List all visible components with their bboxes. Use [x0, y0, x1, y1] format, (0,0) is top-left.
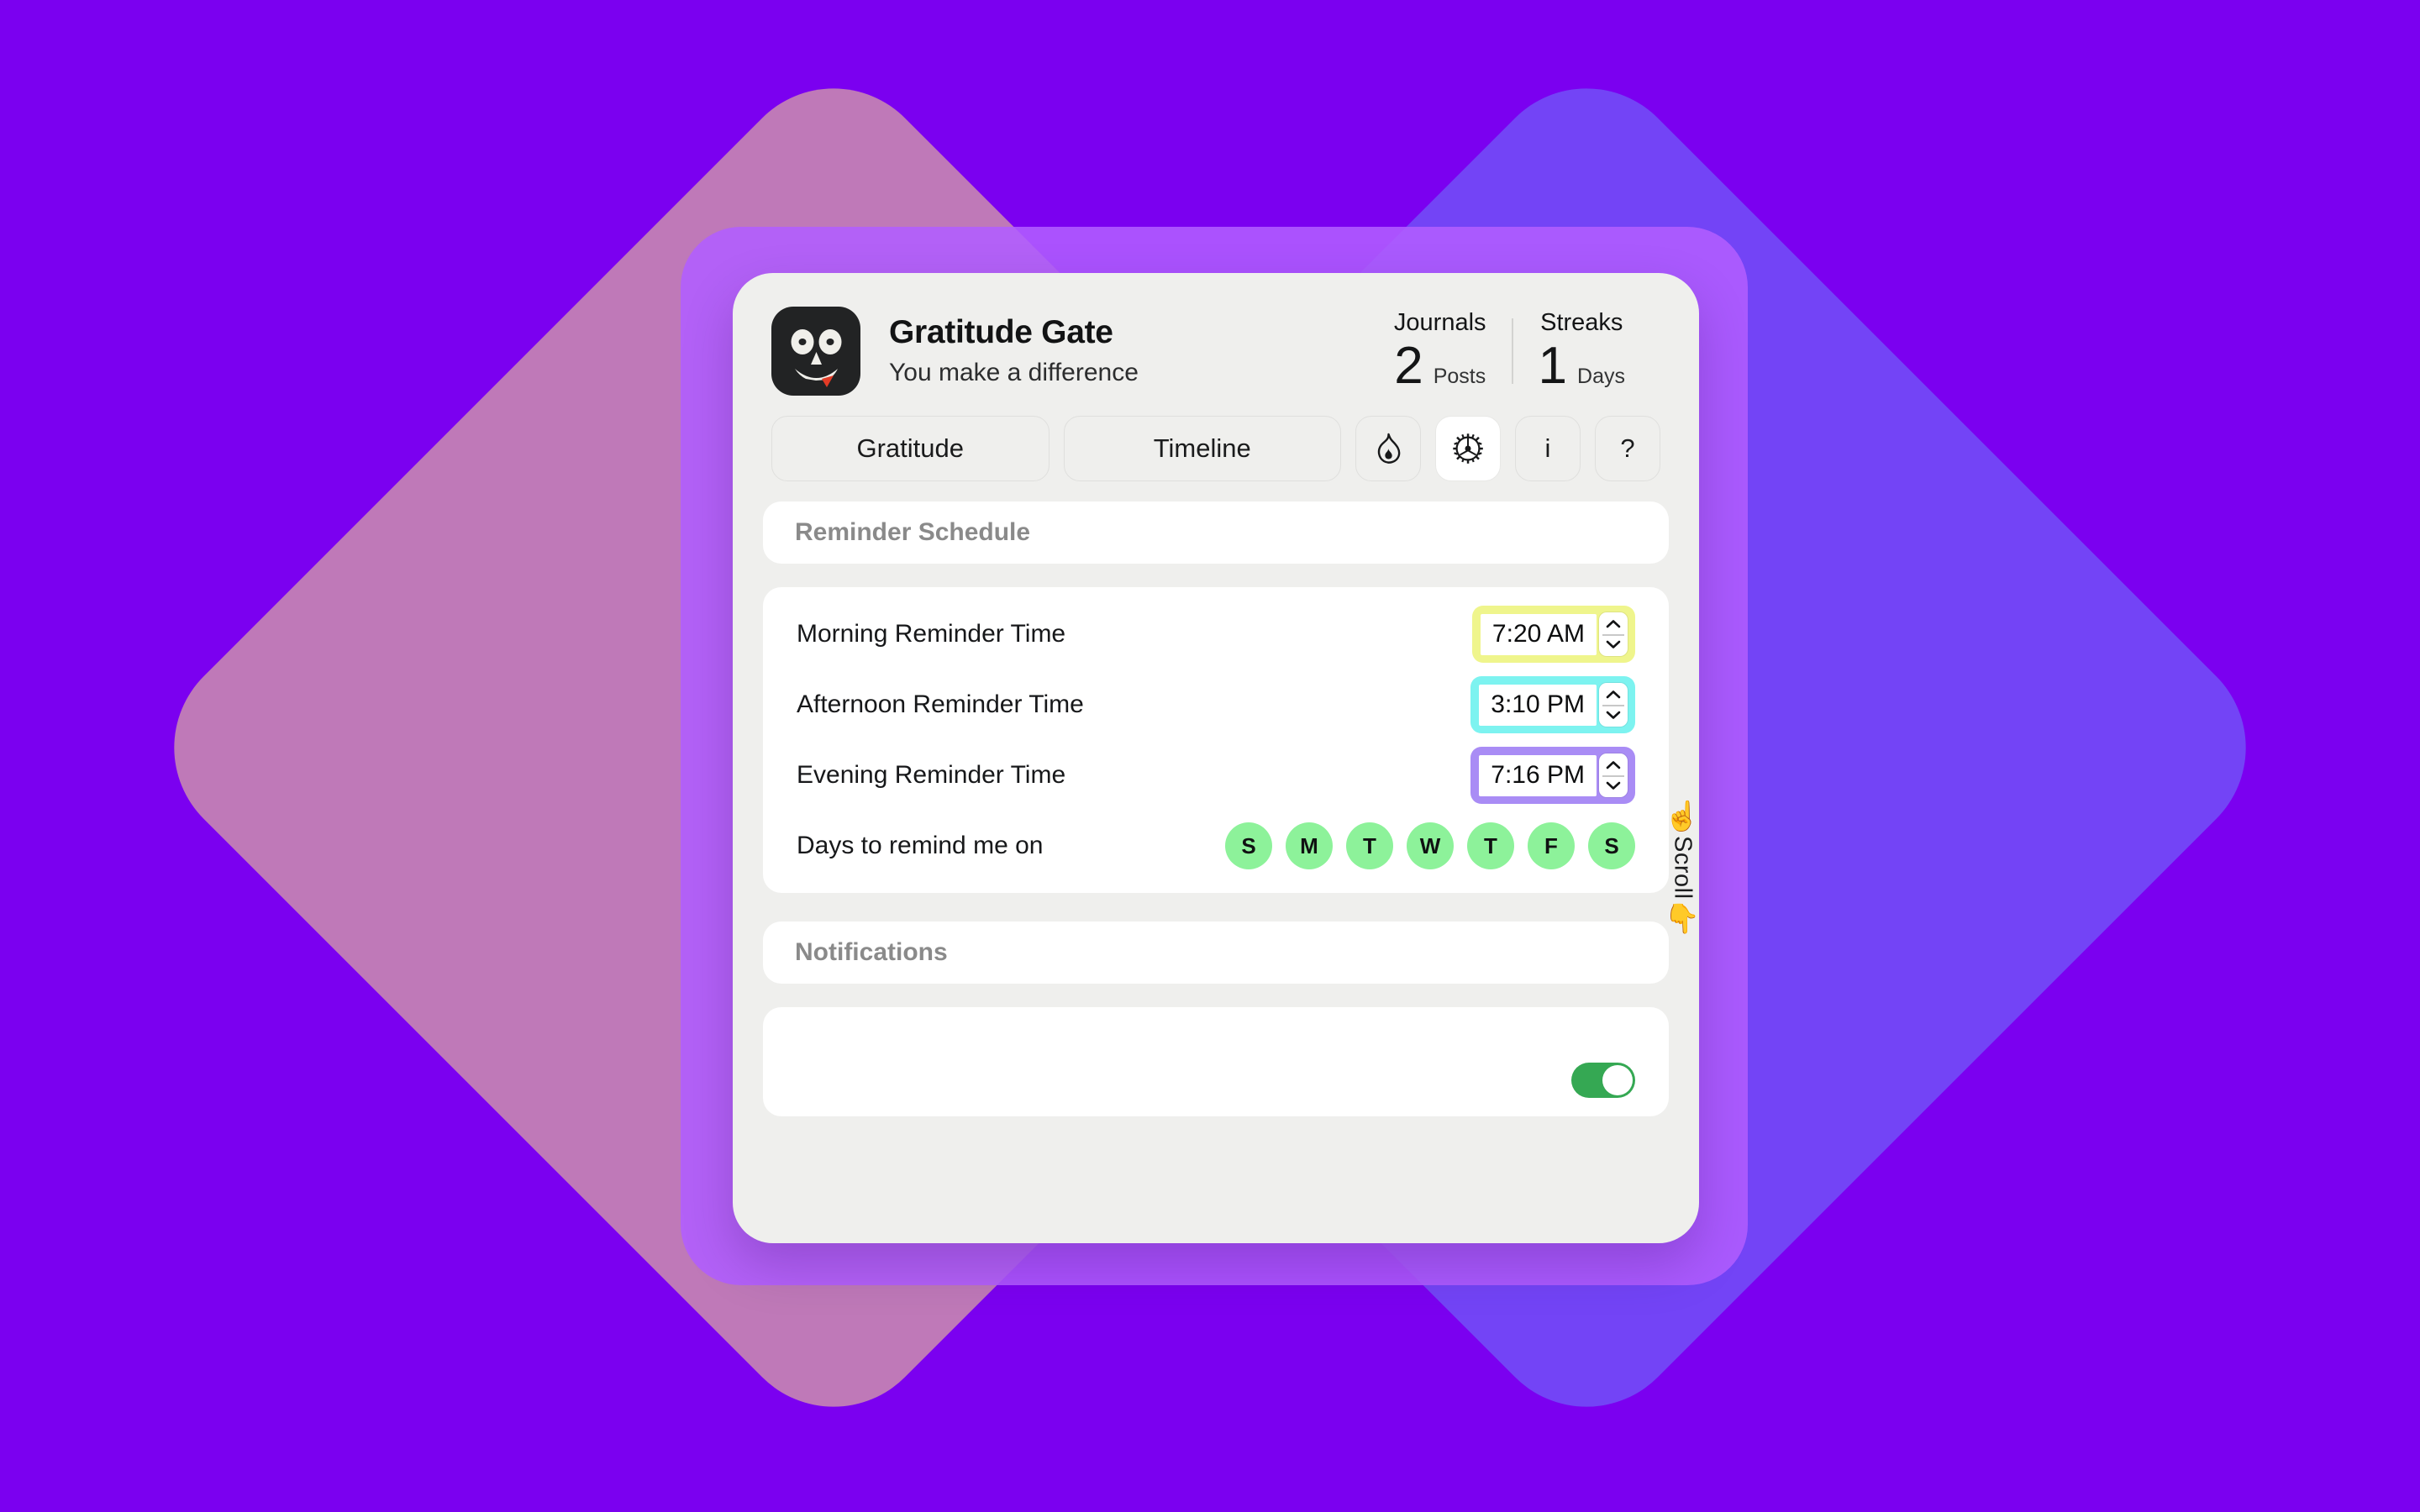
setting-label: Afternoon Reminder Time: [797, 690, 1084, 718]
setting-label: Evening Reminder Time: [797, 761, 1066, 789]
stats-group: Journals 2 Posts Streaks 1 Days: [1369, 309, 1660, 395]
setting-row-morning: Morning Reminder Time 7:20 AM: [797, 599, 1635, 669]
info-icon: i: [1544, 433, 1551, 463]
day-circle-2[interactable]: T: [1346, 822, 1393, 869]
app-header: Gratitude Gate You make a difference Jou…: [733, 273, 1699, 411]
section-header-reminder-schedule: Reminder Schedule: [763, 501, 1669, 564]
stat-value: 1: [1538, 336, 1568, 395]
chevron-up-icon[interactable]: [1606, 760, 1621, 769]
pointing-up-finger-icon: ☝: [1664, 801, 1701, 832]
tab-streak[interactable]: [1355, 416, 1421, 481]
morning-time-stepper-buttons[interactable]: [1599, 612, 1628, 656]
app-card: Gratitude Gate You make a difference Jou…: [733, 273, 1699, 1243]
day-circle-1[interactable]: M: [1286, 822, 1333, 869]
stat-label: Streaks: [1540, 309, 1623, 337]
chevron-up-icon[interactable]: [1606, 690, 1621, 699]
setting-row-days: Days to remind me on SMTWTFS: [797, 811, 1635, 881]
notifications-toggle[interactable]: [1571, 1063, 1635, 1098]
tab-help[interactable]: ?: [1595, 416, 1660, 481]
afternoon-time-stepper[interactable]: 3:10 PM: [1470, 676, 1635, 733]
day-circle-4[interactable]: T: [1467, 822, 1514, 869]
setting-label: Morning Reminder Time: [797, 620, 1066, 648]
setting-row-afternoon: Afternoon Reminder Time 3:10 PM: [797, 669, 1635, 740]
toggle-knob: [1602, 1065, 1633, 1095]
stat-journals: Journals 2 Posts: [1369, 309, 1512, 395]
stat-value: 2: [1394, 336, 1423, 395]
days-label: Days to remind me on: [797, 832, 1044, 859]
evening-time-input[interactable]: 7:16 PM: [1479, 754, 1597, 796]
chevron-down-icon[interactable]: [1606, 711, 1621, 720]
day-circle-6[interactable]: S: [1588, 822, 1635, 869]
morning-time-input[interactable]: 7:20 AM: [1480, 613, 1597, 655]
setting-row-evening: Evening Reminder Time 7:16 PM: [797, 740, 1635, 811]
day-circle-0[interactable]: S: [1225, 822, 1272, 869]
tab-gratitude[interactable]: Gratitude: [771, 416, 1050, 481]
flame-icon: [1374, 433, 1402, 465]
app-title-block: Gratitude Gate You make a difference: [889, 314, 1369, 387]
tab-bar: Gratitude Timeline i ?: [733, 411, 1699, 501]
tab-settings[interactable]: [1435, 416, 1501, 481]
morning-time-stepper[interactable]: 7:20 AM: [1471, 606, 1635, 663]
reminder-schedule-panel: Morning Reminder Time 7:20 AM Afternoon …: [763, 587, 1669, 893]
stat-unit: Posts: [1433, 364, 1486, 388]
pointing-down-finger-icon: 👇: [1664, 902, 1701, 935]
day-circle-5[interactable]: F: [1528, 822, 1575, 869]
stat-label: Journals: [1393, 309, 1486, 337]
scroll-hint-label: Scroll: [1669, 836, 1697, 900]
scroll-hint: ☝ Scroll 👇: [1662, 802, 1702, 933]
chevron-down-icon[interactable]: [1606, 640, 1621, 649]
evening-time-stepper-buttons[interactable]: [1599, 753, 1628, 797]
day-circle-3[interactable]: W: [1407, 822, 1454, 869]
app-tagline: You make a difference: [889, 359, 1139, 387]
evening-time-stepper[interactable]: 7:16 PM: [1470, 747, 1635, 804]
skull-face-icon: [771, 307, 860, 396]
page-title: Gratitude Gate: [889, 314, 1113, 351]
section-header-notifications: Notifications: [763, 921, 1669, 984]
afternoon-time-input[interactable]: 3:10 PM: [1479, 684, 1597, 726]
gear-icon: [1452, 433, 1484, 465]
stat-unit: Days: [1577, 364, 1625, 388]
question-mark-icon: ?: [1620, 433, 1635, 463]
chevron-down-icon[interactable]: [1606, 781, 1621, 790]
tab-info[interactable]: i: [1515, 416, 1581, 481]
day-selector: SMTWTFS: [1225, 822, 1635, 869]
tab-timeline[interactable]: Timeline: [1063, 416, 1341, 481]
notifications-panel: [763, 1007, 1669, 1116]
stat-streaks: Streaks 1 Days: [1513, 309, 1650, 395]
chevron-up-icon[interactable]: [1606, 619, 1621, 628]
afternoon-time-stepper-buttons[interactable]: [1599, 683, 1628, 727]
